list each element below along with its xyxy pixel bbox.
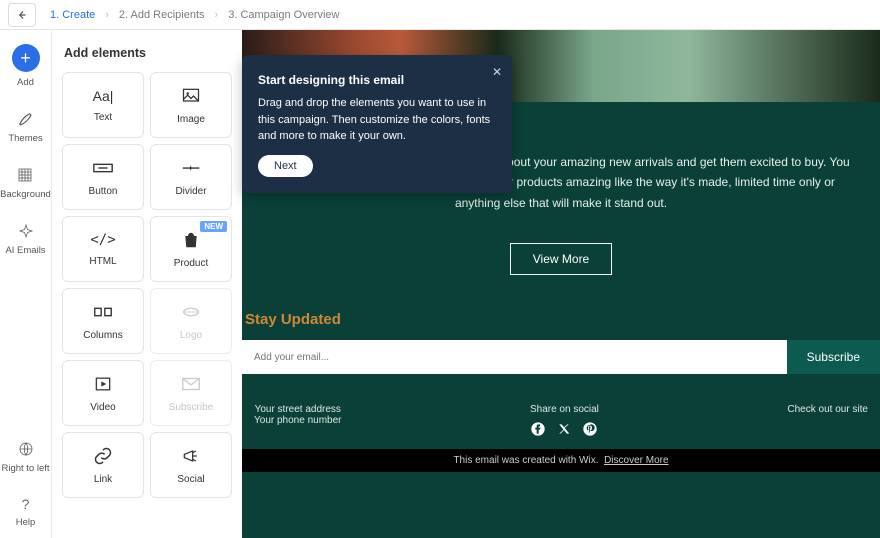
subscribe-row: Subscribe	[242, 340, 880, 374]
footer-address: Your street address Your phone number	[254, 404, 341, 437]
crumb-create[interactable]: 1. Create	[50, 9, 95, 21]
card-label: Text	[94, 112, 112, 123]
element-text[interactable]: Aa| Text	[62, 72, 144, 138]
element-html[interactable]: </> HTML	[62, 216, 144, 282]
back-button[interactable]	[8, 3, 36, 27]
element-subscribe[interactable]: Subscribe	[150, 360, 232, 426]
stay-updated-heading: Stay Updated	[242, 311, 880, 328]
rail-background-label: Background	[0, 189, 51, 200]
close-icon[interactable]: ✕	[492, 63, 502, 81]
card-label: Button	[89, 186, 118, 197]
discover-more-link[interactable]: Discover More	[604, 455, 668, 466]
crumb-recipients[interactable]: 2. Add Recipients	[119, 9, 205, 21]
rail-help[interactable]: ? Help	[16, 496, 36, 528]
element-columns[interactable]: Columns	[62, 288, 144, 354]
chevron-icon: ›	[105, 9, 109, 21]
elements-panel: Add elements Aa| Text Image Button Divid…	[52, 30, 242, 538]
chevron-icon: ›	[215, 9, 219, 21]
new-badge: NEW	[200, 221, 227, 232]
hatch-icon	[16, 166, 34, 184]
rail-ai-label: AI Emails	[5, 245, 45, 256]
onboarding-tooltip: ✕ Start designing this email Drag and dr…	[242, 55, 512, 193]
rail-rtl[interactable]: Right to left	[1, 440, 49, 474]
next-button[interactable]: Next	[258, 155, 313, 177]
link-icon	[92, 446, 114, 466]
columns-icon	[92, 302, 114, 322]
rail-background[interactable]: Background	[0, 166, 51, 200]
credit-text: This email was created with Wix.	[453, 455, 598, 466]
envelope-icon	[180, 374, 202, 394]
plus-icon: +	[12, 44, 40, 72]
button-icon	[92, 158, 114, 178]
element-link[interactable]: Link	[62, 432, 144, 498]
rail-themes-label: Themes	[8, 133, 42, 144]
element-video[interactable]: Video	[62, 360, 144, 426]
tooltip-title: Start designing this email	[258, 71, 494, 89]
card-label: Social	[177, 474, 204, 485]
x-icon[interactable]	[556, 421, 572, 437]
rail-rtl-label: Right to left	[1, 463, 49, 474]
footer-share-label: Share on social	[530, 404, 599, 415]
card-label: Subscribe	[169, 402, 213, 413]
footer-site[interactable]: Check out our site	[787, 404, 868, 437]
top-bar: 1. Create › 2. Add Recipients › 3. Campa…	[0, 0, 880, 30]
bag-icon	[180, 230, 202, 250]
code-icon: </>	[90, 232, 115, 248]
rail-help-label: Help	[16, 517, 36, 528]
card-label: Columns	[83, 330, 122, 341]
footer-social: Share on social	[530, 404, 599, 437]
element-image[interactable]: Image	[150, 72, 232, 138]
card-label: Product	[174, 258, 208, 269]
rail-themes[interactable]: Themes	[8, 110, 42, 144]
rail-add-label: Add	[17, 77, 34, 88]
left-rail: + Add Themes Background AI Emails Right …	[0, 30, 52, 538]
pinterest-icon[interactable]	[582, 421, 598, 437]
card-label: Logo	[180, 330, 202, 341]
element-logo[interactable]: Logo	[150, 288, 232, 354]
footer-addr1: Your street address	[254, 404, 341, 415]
breadcrumb: 1. Create › 2. Add Recipients › 3. Campa…	[50, 9, 340, 21]
card-label: Image	[177, 114, 205, 125]
element-divider[interactable]: Divider	[150, 144, 232, 210]
footer-addr2: Your phone number	[254, 415, 341, 426]
element-button[interactable]: Button	[62, 144, 144, 210]
image-icon	[180, 86, 202, 106]
card-label: Divider	[175, 186, 206, 197]
brush-icon	[16, 110, 34, 128]
video-icon	[92, 374, 114, 394]
element-social[interactable]: Social	[150, 432, 232, 498]
facebook-icon[interactable]	[530, 421, 546, 437]
card-label: Video	[90, 402, 115, 413]
subscribe-button[interactable]: Subscribe	[787, 340, 880, 374]
crumb-overview[interactable]: 3. Campaign Overview	[228, 9, 339, 21]
email-footer: Your street address Your phone number Sh…	[242, 374, 880, 449]
tooltip-body: Drag and drop the elements you want to u…	[258, 95, 494, 145]
view-more-button[interactable]: View More	[510, 243, 612, 275]
megaphone-icon	[180, 446, 202, 466]
logo-icon	[180, 302, 202, 322]
divider-icon	[180, 158, 202, 178]
rail-ai[interactable]: AI Emails	[5, 222, 45, 256]
globe-icon	[17, 440, 35, 458]
rail-add[interactable]: + Add	[12, 44, 40, 88]
text-icon: Aa|	[93, 88, 114, 104]
card-label: HTML	[89, 256, 116, 267]
element-product[interactable]: NEW Product	[150, 216, 232, 282]
card-label: Link	[94, 474, 112, 485]
sparkle-icon	[17, 222, 35, 240]
question-icon: ?	[22, 496, 30, 512]
back-icon	[15, 8, 29, 22]
panel-title: Add elements	[64, 46, 232, 60]
wix-credit: This email was created with Wix. Discove…	[242, 449, 880, 472]
email-input[interactable]	[242, 340, 787, 374]
